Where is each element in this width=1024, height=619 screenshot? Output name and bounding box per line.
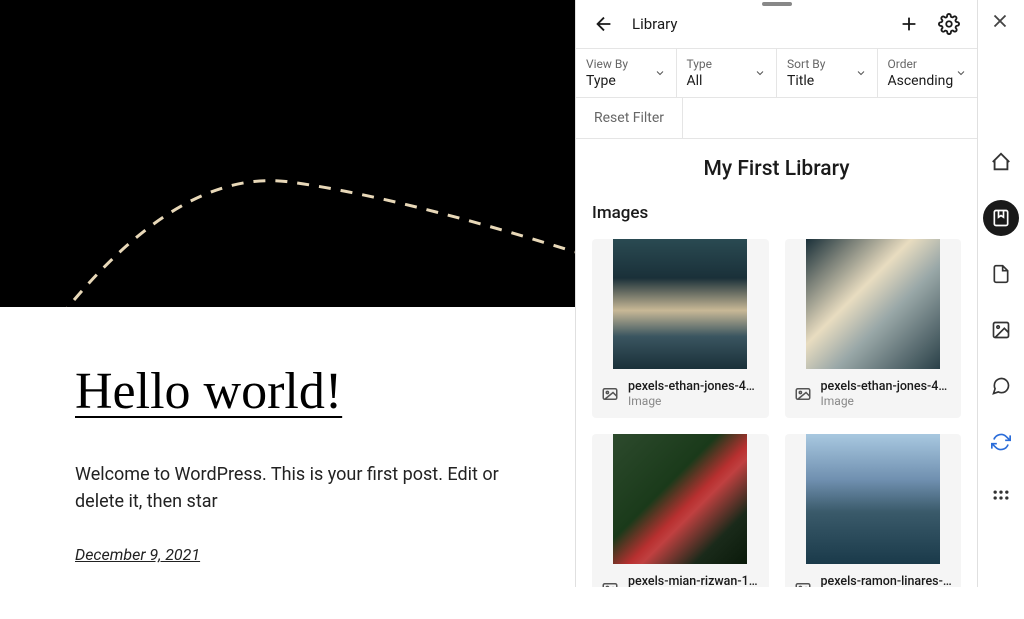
library-item[interactable]: pexels-ethan-jones-463… Image	[592, 239, 769, 418]
apps-nav[interactable]	[983, 480, 1019, 516]
filter-type[interactable]: Type All	[677, 49, 778, 97]
plus-icon	[898, 13, 920, 35]
document-icon	[991, 264, 1011, 284]
sync-nav[interactable]	[983, 424, 1019, 460]
item-title: pexels-ethan-jones-463…	[821, 379, 954, 394]
library-body: My First Library Images pexels-ethan-jon…	[576, 139, 977, 587]
filter-bar: View By Type Type All Sort By Title Orde…	[576, 48, 977, 98]
item-meta: pexels-ethan-jones-463… Image	[785, 369, 962, 418]
library-panel: Library View By Type Type All Sort By Ti…	[575, 0, 977, 587]
panel-title: Library	[632, 15, 677, 33]
item-thumbnail	[592, 434, 769, 564]
library-item[interactable]: pexels-ethan-jones-463… Image	[785, 239, 962, 418]
image-icon	[600, 385, 620, 403]
post-body: Welcome to WordPress. This is your first…	[75, 461, 500, 515]
close-icon	[989, 10, 1011, 32]
document-nav[interactable]	[983, 256, 1019, 292]
arrow-left-icon	[593, 13, 615, 35]
item-meta: pexels-ethan-jones-463… Image	[592, 369, 769, 418]
grid-icon	[991, 488, 1011, 508]
decorative-curve	[0, 107, 575, 307]
item-title: pexels-ramon-linares-14…	[821, 574, 954, 587]
close-button[interactable]	[989, 10, 1013, 34]
drag-handle[interactable]	[762, 2, 792, 6]
chevron-down-icon	[754, 67, 766, 79]
comment-icon	[991, 376, 1011, 396]
item-title: pexels-ethan-jones-463…	[628, 379, 761, 394]
library-item[interactable]: pexels-mian-rizwan-140… Image	[592, 434, 769, 587]
back-button[interactable]	[592, 12, 616, 36]
settings-button[interactable]	[937, 12, 961, 36]
image-nav[interactable]	[983, 312, 1019, 348]
site-preview: Hello world! Welcome to WordPress. This …	[0, 0, 575, 587]
filter-sortby[interactable]: Sort By Title	[777, 49, 878, 97]
item-type: Image	[628, 394, 761, 408]
home-icon	[990, 151, 1012, 173]
image-icon	[600, 580, 620, 588]
reset-row: Reset Filter	[576, 98, 977, 139]
filter-viewby[interactable]: View By Type	[576, 49, 677, 97]
post-date[interactable]: December 9, 2021	[75, 545, 500, 564]
home-nav[interactable]	[983, 144, 1019, 180]
filter-order[interactable]: Order Ascending	[878, 49, 978, 97]
image-icon	[793, 580, 813, 588]
reset-filter-button[interactable]: Reset Filter	[576, 98, 683, 138]
item-thumbnail	[592, 239, 769, 369]
item-meta: pexels-ramon-linares-14… Image	[785, 564, 962, 587]
library-item[interactable]: pexels-ramon-linares-14… Image	[785, 434, 962, 587]
image-icon	[991, 320, 1011, 340]
hero-banner	[0, 0, 575, 307]
library-nav[interactable]	[983, 200, 1019, 236]
bookmark-square-icon	[991, 208, 1011, 228]
item-thumbnail	[785, 239, 962, 369]
section-title: Images	[592, 203, 961, 223]
item-type: Image	[821, 394, 954, 408]
chevron-down-icon	[855, 67, 867, 79]
library-name: My First Library	[592, 157, 961, 181]
item-thumbnail	[785, 434, 962, 564]
post-title[interactable]: Hello world!	[75, 362, 500, 421]
post-content: Hello world! Welcome to WordPress. This …	[0, 307, 575, 619]
item-meta: pexels-mian-rizwan-140… Image	[592, 564, 769, 587]
chevron-down-icon	[955, 67, 967, 79]
chevron-down-icon	[654, 67, 666, 79]
panel-header: Library	[576, 0, 977, 48]
comments-nav[interactable]	[983, 368, 1019, 404]
image-icon	[793, 385, 813, 403]
items-grid: pexels-ethan-jones-463… Image pexels-eth…	[592, 239, 961, 587]
add-button[interactable]	[897, 12, 921, 36]
right-sidebar	[977, 0, 1024, 587]
sync-icon	[991, 432, 1011, 452]
item-title: pexels-mian-rizwan-140…	[628, 574, 761, 587]
gear-icon	[938, 13, 960, 35]
